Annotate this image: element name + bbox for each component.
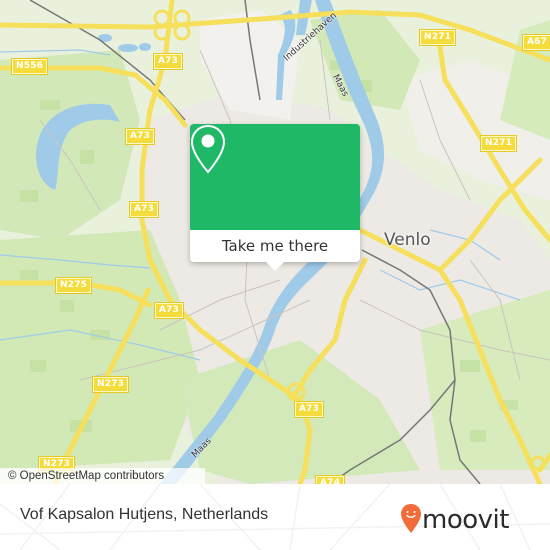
moovit-wordmark: moovit [422, 505, 509, 535]
road-label-n271: N271 [420, 30, 456, 45]
popup-header [190, 124, 360, 230]
map-pin-icon [190, 124, 226, 174]
take-me-there-button[interactable]: Take me there [190, 230, 360, 262]
map-attribution[interactable]: © OpenStreetMap contributors [0, 468, 205, 484]
footer: Vof Kapsalon Hutjens, Netherlands moovit [0, 484, 550, 550]
road-label-a73: A73 [126, 129, 155, 144]
place-name: Vof Kapsalon Hutjens, Netherlands [20, 506, 269, 523]
moovit-pin-icon [401, 504, 421, 533]
road-label-n273: N273 [93, 377, 129, 392]
moovit-logo[interactable]: moovit [400, 500, 540, 540]
road-label-a73: A73 [155, 303, 184, 318]
map-view[interactable]: N556 A73 A73 A73 A73 A73 N275 N273 N273 … [0, 0, 550, 484]
road-label-n556: N556 [12, 59, 48, 74]
road-label-a74: A74 [316, 476, 345, 484]
road-label-a73: A73 [154, 54, 183, 69]
road-label-n271: N271 [481, 136, 517, 151]
popup-pointer [266, 262, 284, 271]
road-label-a67: A67 [523, 35, 550, 50]
road-label-n275: N275 [56, 278, 92, 293]
location-popup: Take me there [190, 124, 360, 271]
road-label-a73: A73 [130, 202, 159, 217]
city-label-venlo: Venlo [384, 230, 431, 250]
road-label-a73: A73 [295, 402, 324, 417]
